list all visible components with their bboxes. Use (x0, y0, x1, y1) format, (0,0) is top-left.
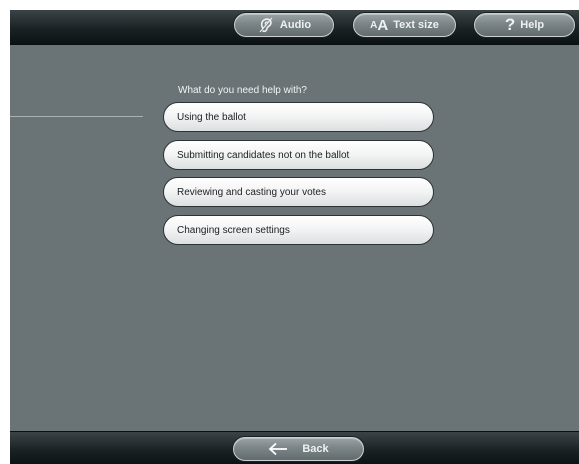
ear-icon (257, 16, 275, 34)
text-size-icon: AA (370, 16, 389, 34)
help-prompt: What do you need help with? (178, 85, 307, 96)
back-label: Back (302, 443, 329, 455)
option-using-ballot[interactable]: Using the ballot (163, 102, 434, 132)
back-button[interactable]: Back (233, 437, 364, 461)
option-reviewing-casting[interactable]: Reviewing and casting your votes (163, 177, 434, 207)
help-label: Help (520, 19, 545, 31)
top-toolbar: Audio AA Text size ? Help (10, 10, 579, 45)
bottom-toolbar: Back (10, 431, 579, 464)
connector-line (10, 116, 143, 117)
audio-label: Audio (279, 19, 312, 31)
help-button[interactable]: ? Help (474, 13, 575, 37)
text-size-label: Text size (393, 19, 439, 31)
question-mark-icon: ? (504, 15, 516, 34)
audio-button[interactable]: Audio (234, 13, 334, 37)
option-write-in-candidates[interactable]: Submitting candidates not on the ballot (163, 140, 434, 170)
text-size-button[interactable]: AA Text size (353, 13, 456, 37)
left-arrow-icon (268, 442, 288, 456)
help-screen: Audio AA Text size ? Help What do you ne… (10, 10, 579, 464)
option-screen-settings[interactable]: Changing screen settings (163, 215, 434, 245)
